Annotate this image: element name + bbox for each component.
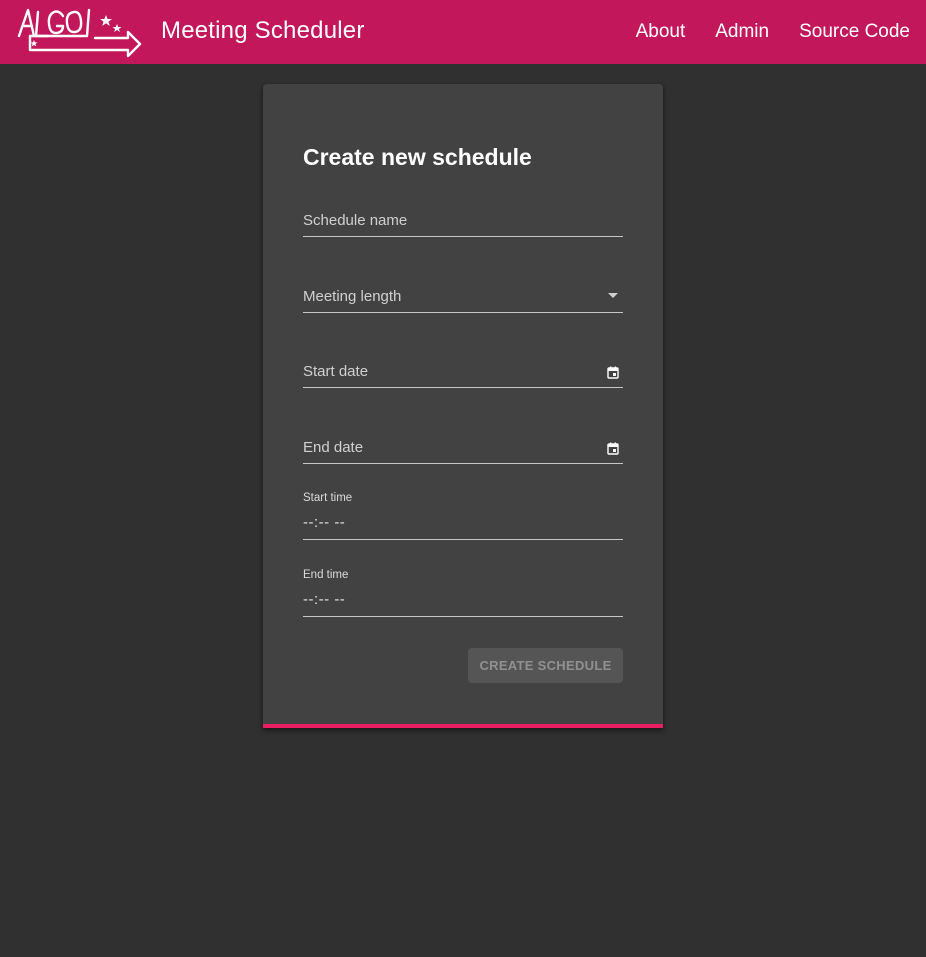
nav-source-code-link[interactable]: Source Code xyxy=(799,21,910,43)
create-schedule-button[interactable]: CREATE SCHEDULE xyxy=(468,648,623,683)
end-date-field[interactable]: End date xyxy=(303,429,623,464)
nav-about-link[interactable]: About xyxy=(636,21,686,43)
start-time-field[interactable]: Start time --:-- -- xyxy=(303,492,623,540)
schedule-name-field[interactable]: Schedule name xyxy=(303,202,623,237)
end-time-field[interactable]: End time --:-- -- xyxy=(303,569,623,617)
calendar-icon[interactable] xyxy=(607,366,619,379)
form-title: Create new schedule xyxy=(303,144,532,170)
start-time-label: Start time xyxy=(303,492,353,504)
app-title: Meeting Scheduler xyxy=(161,17,365,44)
meeting-length-label: Meeting length xyxy=(303,288,402,305)
arrow-drop-down-icon[interactable] xyxy=(607,292,619,300)
end-date-label: End date xyxy=(303,439,364,456)
end-time-value: --:-- -- xyxy=(303,591,346,608)
schedule-name-label: Schedule name xyxy=(303,212,408,229)
top-toolbar: Meeting Scheduler About Admin Source Cod… xyxy=(0,0,926,64)
calendar-icon[interactable] xyxy=(607,442,619,455)
meeting-length-select[interactable]: Meeting length xyxy=(303,278,623,313)
top-nav: About Admin Source Code xyxy=(636,0,910,64)
create-schedule-card: Create new schedule Schedule name Meetin… xyxy=(263,84,663,728)
start-date-label: Start date xyxy=(303,363,369,380)
nav-admin-link[interactable]: Admin xyxy=(715,21,769,43)
end-time-label: End time xyxy=(303,569,349,581)
start-date-field[interactable]: Start date xyxy=(303,353,623,388)
start-time-value: --:-- -- xyxy=(303,514,346,531)
algol-logo[interactable] xyxy=(16,6,142,58)
